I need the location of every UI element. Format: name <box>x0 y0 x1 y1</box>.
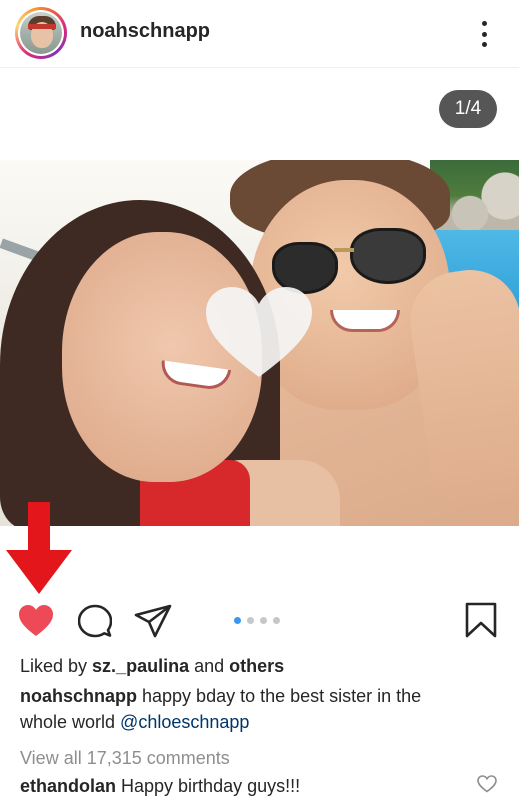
caption-text-1: happy bday to the best sister in the <box>137 686 422 706</box>
bookmark-icon[interactable] <box>465 602 497 638</box>
likes-middle: and <box>189 656 230 676</box>
sunglasses-bridge <box>334 248 354 252</box>
carousel-dot <box>234 617 241 624</box>
carousel-dot <box>273 617 280 624</box>
post-header: noahschnapp <box>0 0 519 68</box>
comment-author[interactable]: ethandolan <box>20 776 116 796</box>
post-author-username[interactable]: noahschnapp <box>80 20 210 43</box>
avatar-image <box>20 12 62 54</box>
carousel-dot <box>260 617 267 624</box>
heart-sticker-icon <box>206 287 312 377</box>
liked-by-username[interactable]: sz._paulina <box>92 656 189 676</box>
arrow-down-icon <box>6 502 72 594</box>
carousel-dots <box>234 617 280 624</box>
avatar-headband <box>28 24 56 29</box>
share-paper-plane-icon[interactable] <box>134 604 172 638</box>
likes-prefix: Liked by <box>20 656 93 676</box>
post-photo[interactable] <box>0 160 519 526</box>
comment-row: ethandolan Happy birthday guys!!! <box>20 776 300 797</box>
caption-mention[interactable]: @chloeschnapp <box>120 712 249 732</box>
caption-author[interactable]: noahschnapp <box>20 686 137 706</box>
comment-text: Happy birthday guys!!! <box>116 776 301 796</box>
caption-line-2: whole world @chloeschnapp <box>20 712 249 733</box>
avatar-inner <box>18 10 64 56</box>
comment-like-heart-icon[interactable] <box>477 775 497 793</box>
photo-person-right-smile <box>330 310 400 332</box>
more-dot <box>481 21 487 26</box>
likes-others-link[interactable]: others <box>229 656 284 676</box>
likes-summary: Liked by sz._paulina and others <box>20 656 284 677</box>
more-options-icon[interactable] <box>472 18 496 50</box>
like-heart-icon[interactable] <box>18 604 54 638</box>
avatar[interactable] <box>15 7 67 59</box>
caption-text-2: whole world <box>20 712 121 732</box>
carousel-dot <box>247 617 254 624</box>
more-dot <box>481 42 487 47</box>
carousel-counter: 1/4 <box>439 90 497 128</box>
sunglasses-right-lens <box>350 228 426 284</box>
view-all-comments-link[interactable]: View all 17,315 comments <box>20 748 230 769</box>
caption-line-1: noahschnapp happy bday to the best siste… <box>20 686 421 707</box>
comment-icon[interactable] <box>78 604 112 638</box>
more-dot <box>481 31 487 37</box>
